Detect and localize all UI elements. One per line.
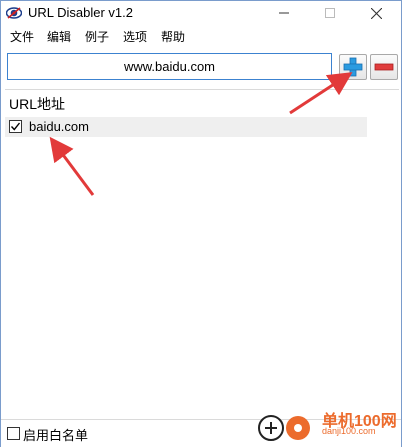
watermark-domain: danji100.com	[322, 426, 376, 436]
url-column-header: URL地址	[9, 96, 66, 112]
menu-help[interactable]: 帮助	[160, 28, 186, 45]
url-entry-label: baidu.com	[29, 119, 89, 134]
window-title: URL Disabler v1.2	[28, 5, 134, 20]
list-item[interactable]: baidu.com	[5, 117, 367, 137]
minus-icon	[374, 63, 394, 71]
minimize-button[interactable]	[261, 1, 307, 25]
maximize-button[interactable]	[307, 1, 353, 25]
url-enabled-checkbox[interactable]	[9, 120, 22, 133]
plus-icon	[343, 57, 363, 77]
watermark-circles-icon	[258, 415, 310, 441]
eye-app-icon	[6, 7, 22, 19]
app-window: URL Disabler v1.2 文件 编辑 例子 选项 帮助 URL地址	[0, 0, 402, 447]
close-button[interactable]	[353, 1, 399, 25]
close-icon	[370, 7, 382, 19]
title-bar: URL Disabler v1.2	[1, 1, 401, 25]
url-list[interactable]: URL地址 baidu.com	[5, 89, 399, 417]
url-input[interactable]	[7, 53, 332, 80]
menu-options[interactable]: 选项	[122, 28, 148, 45]
watermark-logo: 单机100网 danji100.com	[256, 407, 402, 447]
menu-file[interactable]: 文件	[9, 28, 35, 45]
remove-url-button[interactable]	[370, 54, 398, 80]
menu-edit[interactable]: 编辑	[46, 28, 72, 45]
whitelist-checkbox[interactable]	[7, 427, 20, 440]
add-url-button[interactable]	[339, 54, 367, 80]
menu-bar: 文件 编辑 例子 选项 帮助	[1, 26, 401, 46]
minimize-icon	[279, 12, 289, 14]
checkmark-icon	[10, 122, 21, 131]
menu-examples[interactable]: 例子	[84, 28, 110, 45]
whitelist-label[interactable]: 启用白名单	[23, 425, 88, 444]
maximize-icon	[325, 8, 335, 18]
